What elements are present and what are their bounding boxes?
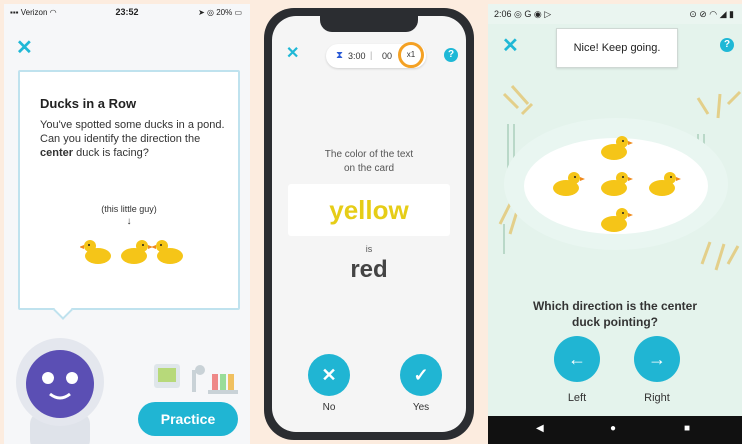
close-icon[interactable]: ✕ — [16, 38, 33, 58]
duck-icon — [601, 136, 633, 160]
status-bar: 2:06 ◎ G ◉ ▷ ⊙ ⊘ ◠ ◢ ▮ — [488, 4, 742, 24]
timer-value: 3:00 — [348, 51, 366, 61]
phone-frame: ✕ ⧗ 3:00 | 00 x1 ? The color of the text… — [264, 8, 474, 440]
close-icon[interactable]: ✕ — [502, 36, 519, 56]
instructions-screen: ▪▪▪ Verizon ◠ 23:52 ➤ ◎ 20% ▭ ✕ Ducks in… — [4, 4, 250, 444]
meaning-word: red — [350, 256, 388, 283]
home-nav-icon[interactable]: ● — [610, 423, 616, 434]
duck-icon — [553, 172, 585, 196]
phone-notch — [320, 16, 418, 32]
multiplier-badge: x1 — [398, 42, 424, 68]
robot-mascot — [16, 338, 104, 444]
arrow-left-icon: ← — [568, 349, 586, 369]
color-word: yellow — [329, 195, 409, 225]
yes-label: Yes — [412, 402, 430, 413]
yes-button[interactable]: ✓ — [400, 354, 442, 396]
check-icon: ✓ — [413, 365, 429, 385]
prompt-line-2: on the card — [343, 163, 395, 174]
instruction-text-part1: You've spotted some ducks in a pond. Can… — [40, 119, 225, 145]
duck-icon — [649, 172, 681, 196]
phone-screen: ✕ ⧗ 3:00 | 00 x1 ? The color of the text… — [272, 16, 466, 432]
instruction-text: You've spotted some ducks in a pond. Can… — [40, 118, 230, 160]
practice-button[interactable]: Practice — [138, 402, 238, 436]
score-value: 00 — [382, 51, 393, 61]
no-button[interactable]: ✕ — [308, 354, 350, 396]
left-button[interactable]: ← — [554, 336, 600, 382]
back-nav-icon[interactable]: ◀ — [536, 423, 544, 434]
instruction-text-part2: duck is facing? — [73, 147, 149, 159]
question-text: Which direction is the center duck point… — [488, 298, 742, 330]
status-left: 2:06 ◎ G ◉ ▷ — [494, 9, 552, 19]
status-bar: ▪▪▪ Verizon ◠ 23:52 ➤ ◎ 20% ▭ — [4, 4, 250, 22]
right-button[interactable]: → — [634, 336, 680, 382]
duck-row-illustration — [80, 240, 183, 264]
question-line-2: duck pointing? — [572, 315, 658, 329]
duck-direction-screen: 2:06 ◎ G ◉ ▷ ⊙ ⊘ ◠ ◢ ▮ ✕ Nice! Keep goin… — [488, 4, 742, 444]
android-nav-bar: ◀ ● ■ — [488, 416, 742, 444]
duck-icon — [121, 240, 153, 264]
arrow-right-icon: → — [648, 349, 666, 369]
hint-text: (this little guy) — [101, 204, 157, 214]
left-label: Left — [567, 392, 587, 404]
lab-equipment-illustration — [154, 364, 238, 394]
battery-percent: 20% — [216, 8, 233, 17]
status-icons: ⊙ ⊘ ◠ ◢ ▮ — [689, 9, 734, 19]
duck-icon — [151, 240, 183, 264]
battery-status: ➤ ◎ 20% ▭ — [198, 8, 242, 17]
status-time: 2:06 — [494, 9, 512, 19]
color-match-screen: ✕ ⧗ 3:00 | 00 x1 ? The color of the text… — [258, 4, 480, 444]
speech-bubble-tail — [53, 300, 73, 320]
close-icon[interactable]: ✕ — [286, 44, 299, 64]
game-title: Ducks in a Row — [40, 96, 137, 111]
hourglass-icon: ⧗ — [336, 50, 344, 61]
feedback-toast: Nice! Keep going. — [556, 28, 678, 68]
divider: | — [370, 50, 373, 60]
recents-nav-icon[interactable]: ■ — [684, 423, 690, 434]
no-label: No — [322, 402, 336, 413]
right-label: Right — [644, 392, 670, 404]
duck-icon — [80, 240, 111, 264]
duck-icon — [601, 208, 633, 232]
instruction-card: Ducks in a Row You've spotted some ducks… — [18, 70, 240, 320]
instruction-text-bold: center — [40, 147, 74, 159]
duck-formation — [553, 136, 681, 232]
question-prompt: The color of the text on the card — [272, 148, 466, 176]
x-icon: ✕ — [321, 365, 337, 385]
is-label: is — [365, 244, 373, 254]
down-arrow-icon: ↓ — [126, 216, 132, 227]
color-word-card: yellow — [288, 184, 450, 236]
prompt-line-1: The color of the text — [324, 149, 414, 160]
question-line-1: Which direction is the center — [532, 299, 698, 313]
help-icon[interactable]: ? — [444, 48, 458, 62]
help-icon[interactable]: ? — [720, 38, 734, 52]
center-duck-icon — [601, 172, 633, 196]
